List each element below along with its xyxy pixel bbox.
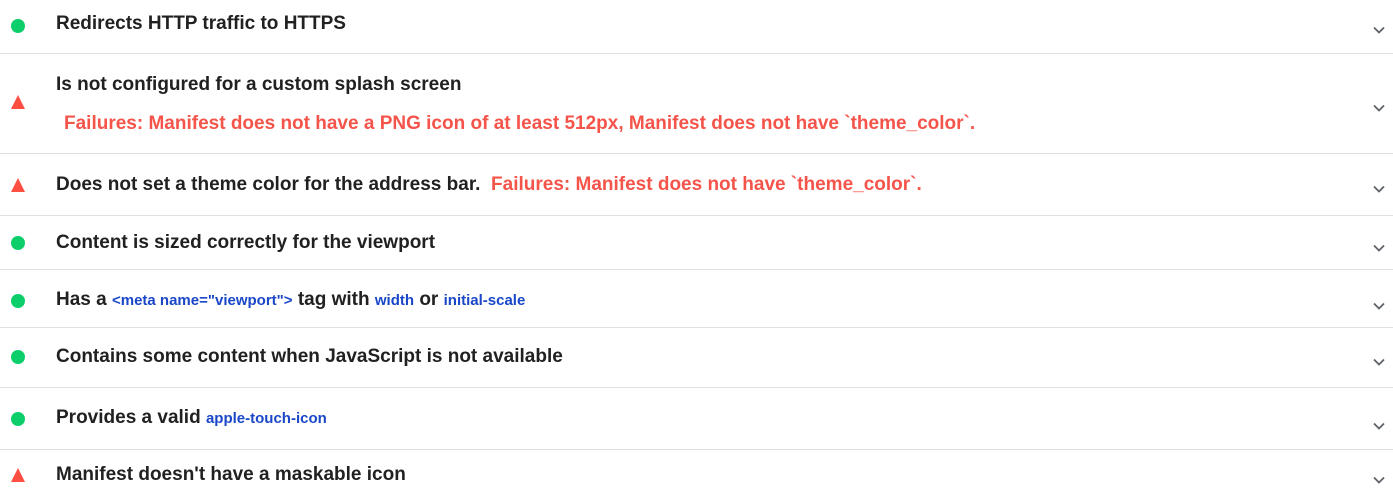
audit-title: Is not configured for a custom splash sc… (56, 74, 462, 95)
audit-row-splash-screen[interactable]: Is not configured for a custom splash sc… (0, 54, 1393, 154)
audit-title-prefix: Has a (56, 289, 107, 310)
audit-row-theme-color[interactable]: Does not set a theme color for the addre… (0, 154, 1393, 216)
fail-status-icon (11, 95, 25, 109)
audit-title: Content is sized correctly for the viewp… (56, 232, 436, 253)
audit-title: Contains some content when JavaScript is… (56, 346, 563, 367)
chevron-down-icon[interactable] (1371, 418, 1387, 434)
chevron-down-icon[interactable] (1371, 240, 1387, 256)
failure-message: Failures: Manifest does not have `theme_… (491, 174, 922, 195)
audit-list: Redirects HTTP traffic to HTTPS Is not c… (0, 0, 1393, 487)
audit-row-apple-touch-icon[interactable]: Provides a valid apple-touch-icon (0, 388, 1393, 450)
chevron-down-icon[interactable] (1371, 354, 1387, 370)
pass-status-icon (11, 350, 25, 364)
chevron-down-icon[interactable] (1371, 22, 1387, 38)
audit-title-mid: or (419, 289, 439, 310)
audit-title: Manifest doesn't have a maskable icon (56, 464, 406, 485)
fail-status-icon (11, 178, 25, 192)
fail-status-icon (11, 468, 25, 482)
audit-title-mid: tag with (297, 289, 370, 310)
audit-title-prefix: Provides a valid (56, 407, 201, 428)
pass-status-icon (11, 236, 25, 250)
failure-message: Failures: Manifest does not have a PNG i… (64, 113, 976, 134)
audit-row-content-sized[interactable]: Content is sized correctly for the viewp… (0, 216, 1393, 270)
audit-title: Does not set a theme color for the addre… (56, 173, 922, 197)
chevron-down-icon[interactable] (1371, 472, 1387, 488)
pass-status-icon (11, 412, 25, 426)
chevron-down-icon[interactable] (1371, 298, 1387, 314)
code-snippet: initial-scale (443, 292, 526, 309)
audit-title: Provides a valid apple-touch-icon (56, 406, 327, 431)
code-snippet: <meta name="viewport"> (111, 292, 293, 309)
code-snippet: width (374, 292, 415, 309)
audit-row-maskable-icon[interactable]: Manifest doesn't have a maskable icon (0, 450, 1393, 487)
chevron-down-icon[interactable] (1371, 100, 1387, 116)
audit-row-meta-viewport[interactable]: Has a <meta name="viewport"> tag with wi… (0, 270, 1393, 328)
chevron-down-icon[interactable] (1371, 181, 1387, 197)
pass-status-icon (11, 294, 25, 308)
code-snippet: apple-touch-icon (205, 410, 327, 427)
audit-row-https-redirect[interactable]: Redirects HTTP traffic to HTTPS (0, 0, 1393, 54)
audit-title-text: Does not set a theme color for the addre… (56, 174, 481, 195)
audit-row-noscript-content[interactable]: Contains some content when JavaScript is… (0, 328, 1393, 388)
pass-status-icon (11, 19, 25, 33)
audit-title: Redirects HTTP traffic to HTTPS (56, 13, 346, 34)
audit-title: Has a <meta name="viewport"> tag with wi… (56, 288, 525, 313)
